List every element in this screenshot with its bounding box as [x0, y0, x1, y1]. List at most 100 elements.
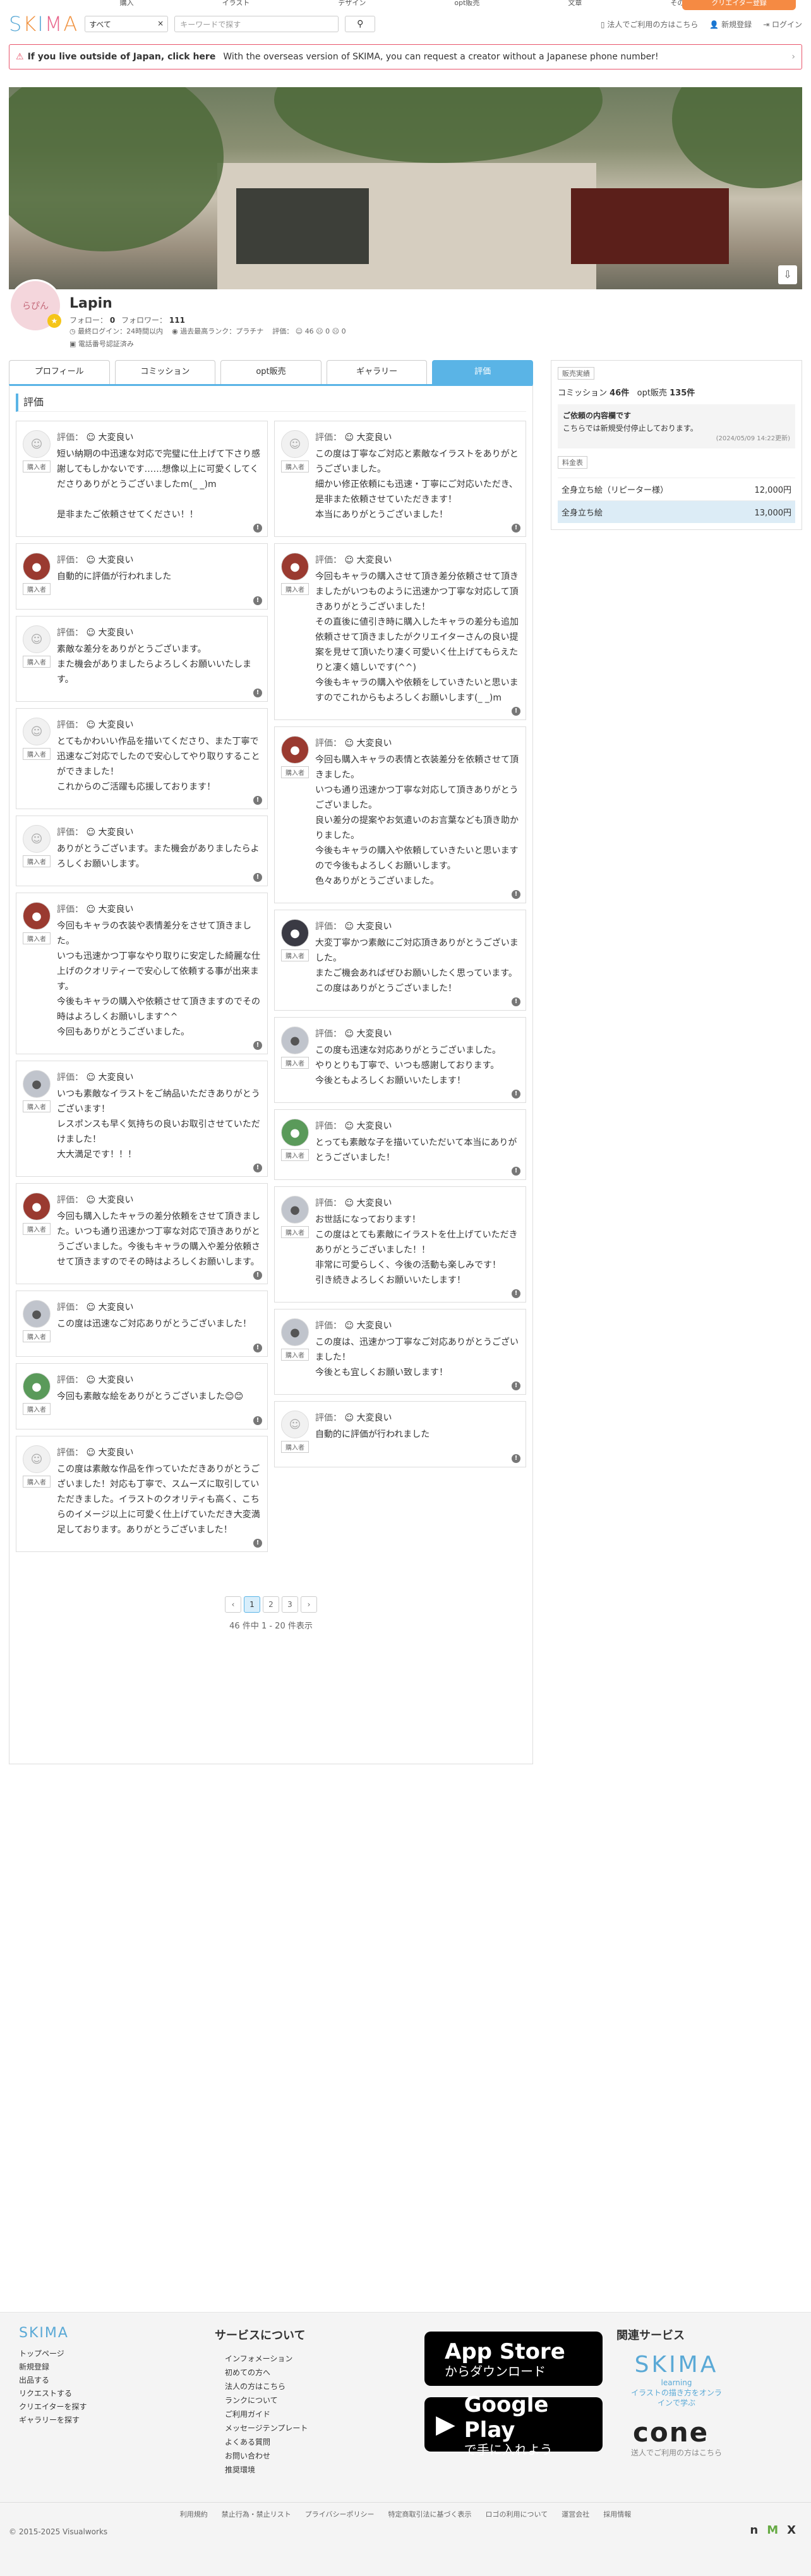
footer-about-link[interactable]: インフォメーション — [225, 2352, 308, 2366]
reviewer-avatar[interactable]: ● — [281, 1196, 309, 1224]
footer-about-link[interactable]: よくある質問 — [225, 2435, 308, 2449]
google-play-button[interactable]: ▶ Google Play で手に入れよう — [424, 2392, 603, 2457]
report-icon[interactable]: ! — [253, 1344, 262, 1352]
footer-link[interactable]: ギャラリーを探す — [19, 2414, 87, 2427]
tab-reviews[interactable]: 評価 — [432, 360, 533, 384]
reviewer-avatar[interactable]: ☺ — [23, 825, 51, 853]
reviewer-avatar[interactable]: ● — [281, 1119, 309, 1147]
reviewer-avatar[interactable]: ● — [281, 919, 309, 947]
search-input[interactable]: キーワードで探す — [174, 16, 339, 32]
report-icon[interactable]: ! — [253, 1271, 262, 1280]
report-icon[interactable]: ! — [253, 1041, 262, 1050]
medium-icon[interactable]: M — [767, 2524, 778, 2537]
reviewer-avatar[interactable]: ● — [23, 902, 51, 930]
price-row[interactable]: 全身立ち絵（リピーター様） 12,000円 — [558, 478, 795, 500]
pager-page-2[interactable]: 2 — [263, 1596, 279, 1613]
pager-page-3[interactable]: 3 — [282, 1596, 298, 1613]
overseas-notice[interactable]: ⚠ If you live outside of Japan, click he… — [9, 44, 802, 69]
reviewer-avatar[interactable]: ● — [23, 1070, 51, 1098]
footer-bottom-link[interactable]: 禁止行為・禁止リスト — [222, 2509, 291, 2519]
reviewer-avatar[interactable]: ☺ — [23, 718, 51, 745]
report-icon[interactable]: ! — [512, 524, 520, 533]
cone-logo[interactable]: cone — [633, 2417, 724, 2448]
report-icon[interactable]: ! — [253, 1539, 262, 1548]
footer-link[interactable]: クリエイターを探す — [19, 2400, 87, 2414]
reviewer-avatar[interactable]: ● — [281, 1026, 309, 1054]
tab-commission[interactable]: コミッション — [114, 360, 216, 384]
app-store-button[interactable]: App Store からダウンロード — [424, 2332, 603, 2386]
reviewer-avatar[interactable]: ● — [281, 553, 309, 581]
report-icon[interactable]: ! — [512, 707, 520, 716]
tab-gallery[interactable]: ギャラリー — [326, 360, 428, 384]
reviewer-avatar[interactable]: ● — [23, 1193, 51, 1220]
site-logo[interactable]: SKIMA — [9, 12, 78, 36]
footer-bottom-link[interactable]: ロゴの利用について — [486, 2509, 548, 2519]
nav-design[interactable]: デザイン — [294, 0, 410, 10]
footer-bottom-link[interactable]: 特定商取引法に基づく表示 — [388, 2509, 472, 2519]
report-icon[interactable]: ! — [253, 689, 262, 697]
footer-bottom-link[interactable]: 運営会社 — [562, 2509, 589, 2519]
search-button[interactable]: ⚲ — [345, 16, 376, 32]
corp-link[interactable]: ▯ 法人でご利用の方はこちら — [601, 19, 698, 30]
footer-about-link[interactable]: 法人の方はこちら — [225, 2380, 308, 2393]
reviewer-avatar[interactable]: ☺ — [281, 430, 309, 458]
report-icon[interactable]: ! — [512, 1090, 520, 1098]
footer-about-link[interactable]: 推奨環境 — [225, 2463, 308, 2477]
report-icon[interactable]: ! — [253, 524, 262, 533]
report-icon[interactable]: ! — [512, 1289, 520, 1298]
pager-page-1[interactable]: 1 — [244, 1596, 260, 1613]
follower-count[interactable]: 111 — [169, 316, 185, 325]
footer-about-link[interactable]: ご利用ガイド — [225, 2407, 308, 2421]
footer-link[interactable]: リクエストする — [19, 2387, 87, 2400]
footer-link[interactable]: トップページ — [19, 2347, 87, 2361]
tab-profile[interactable]: プロフィール — [9, 360, 110, 384]
reviewer-avatar[interactable]: ☺ — [281, 1411, 309, 1438]
x-icon[interactable]: X — [787, 2524, 796, 2537]
price-row[interactable]: 全身立ち絵 13,000円 — [558, 500, 795, 523]
reviewer-avatar[interactable]: ☺ — [23, 430, 51, 458]
footer-bottom-link[interactable]: 利用規約 — [180, 2509, 208, 2519]
signup-link[interactable]: 👤 新規登録 — [709, 19, 752, 30]
footer-link[interactable]: 出品する — [19, 2374, 87, 2387]
creator-signup-button[interactable]: クリエイター登録 — [682, 0, 796, 10]
download-icon[interactable]: ⇩ — [778, 265, 797, 284]
reviewer-avatar[interactable]: ● — [23, 553, 51, 581]
nav-opt[interactable]: opt販売 — [410, 0, 524, 10]
footer-about-link[interactable]: メッセージテンプレート — [225, 2421, 308, 2435]
reviewer-avatar[interactable]: ● — [23, 1300, 51, 1328]
footer-link[interactable]: 新規登録 — [19, 2361, 87, 2374]
tab-opt[interactable]: opt販売 — [220, 360, 321, 384]
footer-about-link[interactable]: 初めての方へ — [225, 2366, 308, 2380]
footer-logo[interactable]: SKIMA — [19, 2326, 87, 2340]
report-icon[interactable]: ! — [253, 1416, 262, 1425]
nav-buy[interactable]: 購入 — [76, 0, 178, 10]
login-link[interactable]: ⇥ ログイン — [763, 19, 802, 30]
review-body: 評価： ☺ 大変良い 素敵な差分をありがとうございます。 また機会がありましたらよ… — [57, 625, 261, 687]
report-icon[interactable]: ! — [253, 596, 262, 605]
footer-bottom-link[interactable]: 採用情報 — [603, 2509, 631, 2519]
search-category-select[interactable]: すべて × — [85, 16, 169, 32]
report-icon[interactable]: ! — [512, 1381, 520, 1390]
nav-text[interactable]: 文章 — [524, 0, 626, 10]
pager-next[interactable]: › — [301, 1596, 317, 1613]
reviewer-avatar[interactable]: ● — [23, 1373, 51, 1400]
reviewer-avatar[interactable]: ☺ — [23, 625, 51, 653]
report-icon[interactable]: ! — [512, 1167, 520, 1176]
reviewer-avatar[interactable]: ☺ — [23, 1445, 51, 1473]
report-icon[interactable]: ! — [253, 796, 262, 805]
report-icon[interactable]: ! — [512, 890, 520, 899]
report-icon[interactable]: ! — [512, 1454, 520, 1463]
reviewer-avatar[interactable]: ● — [281, 1318, 309, 1346]
pager-prev[interactable]: ‹ — [225, 1596, 241, 1613]
footer-about-link[interactable]: お問い合わせ — [225, 2449, 308, 2463]
reviewer-avatar[interactable]: ● — [281, 736, 309, 764]
report-icon[interactable]: ! — [253, 873, 262, 882]
note-icon[interactable]: n — [750, 2524, 758, 2537]
skima-learning-logo[interactable]: SKIMA — [629, 2352, 724, 2378]
report-icon[interactable]: ! — [253, 1164, 262, 1172]
footer-bottom-link[interactable]: プライバシーポリシー — [305, 2509, 375, 2519]
report-icon[interactable]: ! — [512, 997, 520, 1006]
nav-illust[interactable]: イラスト — [178, 0, 294, 10]
follow-count[interactable]: 0 — [110, 316, 115, 325]
footer-about-link[interactable]: ランクについて — [225, 2393, 308, 2407]
